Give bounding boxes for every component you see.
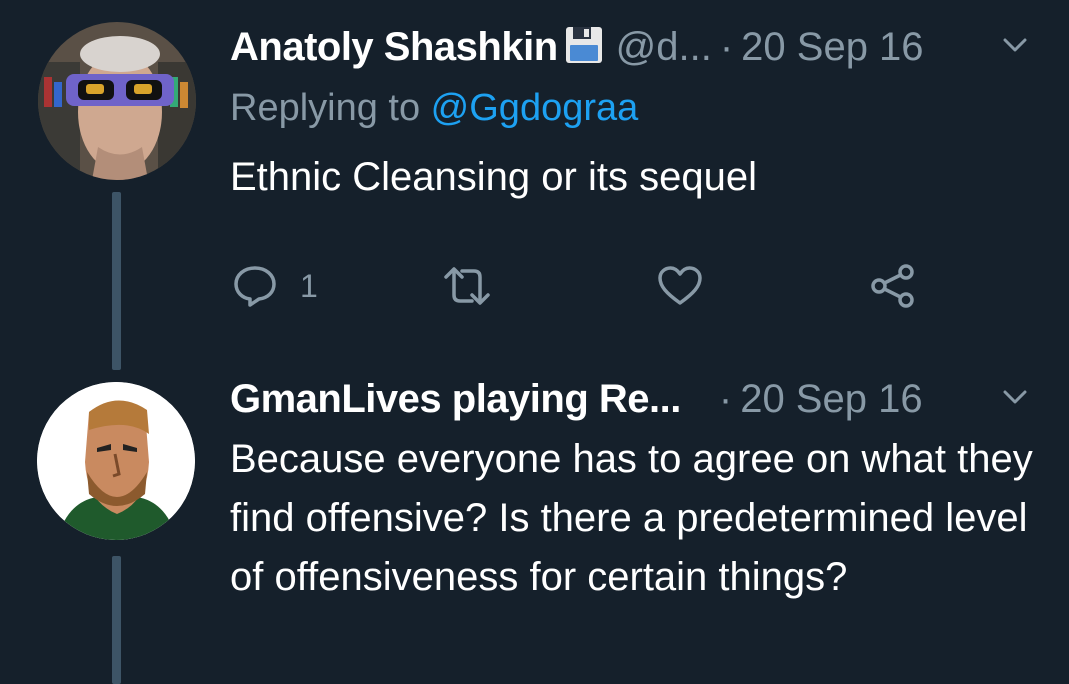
avatar[interactable] [37, 382, 195, 540]
reply-button[interactable]: 1 [232, 263, 318, 309]
avatar-image [37, 382, 195, 540]
tweet-header: Anatoly Shashkin @d... · 20 Sep 16 [230, 22, 1049, 72]
retweet-icon [444, 267, 490, 305]
avatar[interactable] [38, 22, 196, 180]
tweet-text: Ethnic Cleansing or its sequel [230, 155, 757, 199]
separator-dot: · [718, 376, 733, 421]
replying-to: Replying to @Ggdograa [230, 87, 638, 130]
chevron-down-icon[interactable] [1001, 31, 1029, 64]
thread-line-bottom [112, 556, 121, 684]
avatar-image [38, 22, 196, 180]
replying-to-label: Replying to [230, 87, 431, 129]
display-name[interactable]: GmanLives playing Re... [230, 377, 681, 422]
tweet-header: GmanLives playing Re... · 20 Sep 16 [230, 374, 1049, 424]
chevron-down-icon[interactable] [1001, 383, 1029, 416]
handle[interactable]: @d... [616, 25, 712, 70]
thread-line-top [112, 192, 121, 370]
timestamp[interactable]: 20 Sep 16 [741, 25, 923, 70]
reply-count: 1 [300, 267, 318, 304]
retweet-button[interactable] [442, 263, 492, 309]
heart-icon [658, 266, 702, 305]
display-name[interactable]: Anatoly Shashkin [230, 25, 558, 70]
like-button[interactable] [656, 263, 704, 309]
share-button[interactable] [868, 263, 918, 309]
reply-icon [234, 266, 276, 307]
tweet-text: Because everyone has to agree on what th… [230, 437, 1033, 599]
separator-dot: · [719, 24, 734, 69]
floppy-disk-icon [564, 25, 604, 70]
timestamp[interactable]: 20 Sep 16 [740, 377, 922, 422]
reply-mention-link[interactable]: @Ggdograa [431, 87, 639, 129]
share-icon [871, 264, 914, 308]
